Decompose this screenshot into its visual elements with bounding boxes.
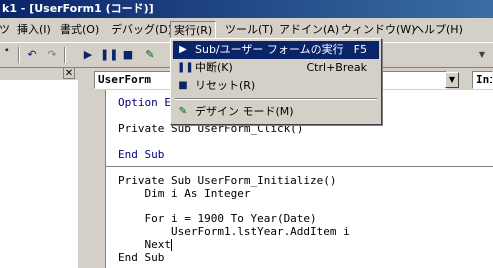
menu-format[interactable]: 書式(O) bbox=[57, 21, 102, 39]
reset-icon[interactable]: ■ bbox=[120, 47, 136, 63]
menu-debug[interactable]: デバッグ(D) bbox=[108, 21, 175, 39]
toolbar-separator bbox=[64, 47, 66, 63]
undo-icon[interactable]: ↶ bbox=[24, 47, 40, 63]
code-line: Option E bbox=[118, 96, 171, 109]
menu-item-run-sub[interactable]: ▶ Sub/ユーザー フォームの実行 F5 bbox=[173, 41, 379, 59]
code-line: Dim i As Integer bbox=[118, 187, 251, 200]
break-icon: ❚❚ bbox=[177, 62, 194, 73]
code-line: End Sub bbox=[118, 148, 165, 161]
close-icon[interactable]: ✕ bbox=[63, 67, 75, 79]
window-title: k1 - [UserForm1 (コード)] bbox=[0, 0, 493, 18]
menu-separator bbox=[175, 98, 377, 100]
toolbar-overflow-icon[interactable]: ▼ bbox=[474, 47, 490, 63]
menu-tools[interactable]: ツール(T) bbox=[222, 21, 276, 39]
menu-item-reset[interactable]: ■ リセット(R) bbox=[173, 77, 379, 95]
find-icon[interactable]: ﾞ bbox=[0, 47, 16, 63]
menu-insert[interactable]: 挿入(I) bbox=[14, 21, 54, 39]
reset-icon: ■ bbox=[178, 80, 188, 91]
run-icon: ▶ bbox=[179, 44, 187, 55]
text-cursor bbox=[170, 239, 172, 251]
design-mode-icon: ✎ bbox=[178, 106, 188, 117]
menu-item-design-mode[interactable]: ✎ デザイン モード(M) bbox=[173, 103, 379, 121]
menu-help[interactable]: ヘルプ(H) bbox=[410, 21, 466, 39]
code-line: Next bbox=[118, 238, 172, 251]
menu-run[interactable]: 実行(R) bbox=[170, 21, 217, 39]
procedure-separator bbox=[106, 166, 493, 167]
procedure-combo[interactable]: Init bbox=[472, 71, 493, 89]
design-mode-icon[interactable]: ✎ bbox=[142, 47, 158, 63]
run-menu-dropdown: ▶ Sub/ユーザー フォームの実行 F5 ❚❚ 中断(K) Ctrl+Brea… bbox=[170, 38, 382, 125]
toolbar-separator bbox=[18, 47, 20, 63]
chevron-down-icon[interactable]: ▼ bbox=[445, 72, 459, 88]
code-line: For i = 1900 To Year(Date) bbox=[118, 212, 317, 225]
menu-item-break[interactable]: ❚❚ 中断(K) Ctrl+Break bbox=[173, 59, 379, 77]
code-line: UserForm1.lstYear.AddItem i bbox=[118, 225, 350, 238]
run-icon[interactable]: ▶ bbox=[80, 47, 96, 63]
redo-icon[interactable]: ↷ bbox=[44, 47, 60, 63]
menu-tools-partial[interactable]: ツ bbox=[0, 21, 13, 39]
margin-indicator-bar bbox=[90, 90, 106, 268]
code-line: End Sub bbox=[118, 251, 165, 264]
project-pane bbox=[0, 68, 78, 268]
break-icon[interactable]: ❚❚ bbox=[100, 47, 118, 63]
menu-addins[interactable]: アドイン(A) bbox=[276, 21, 342, 39]
code-line: Private Sub UserForm_Initialize() bbox=[118, 174, 337, 187]
menu-window[interactable]: ウィンドウ(W) bbox=[338, 21, 418, 39]
